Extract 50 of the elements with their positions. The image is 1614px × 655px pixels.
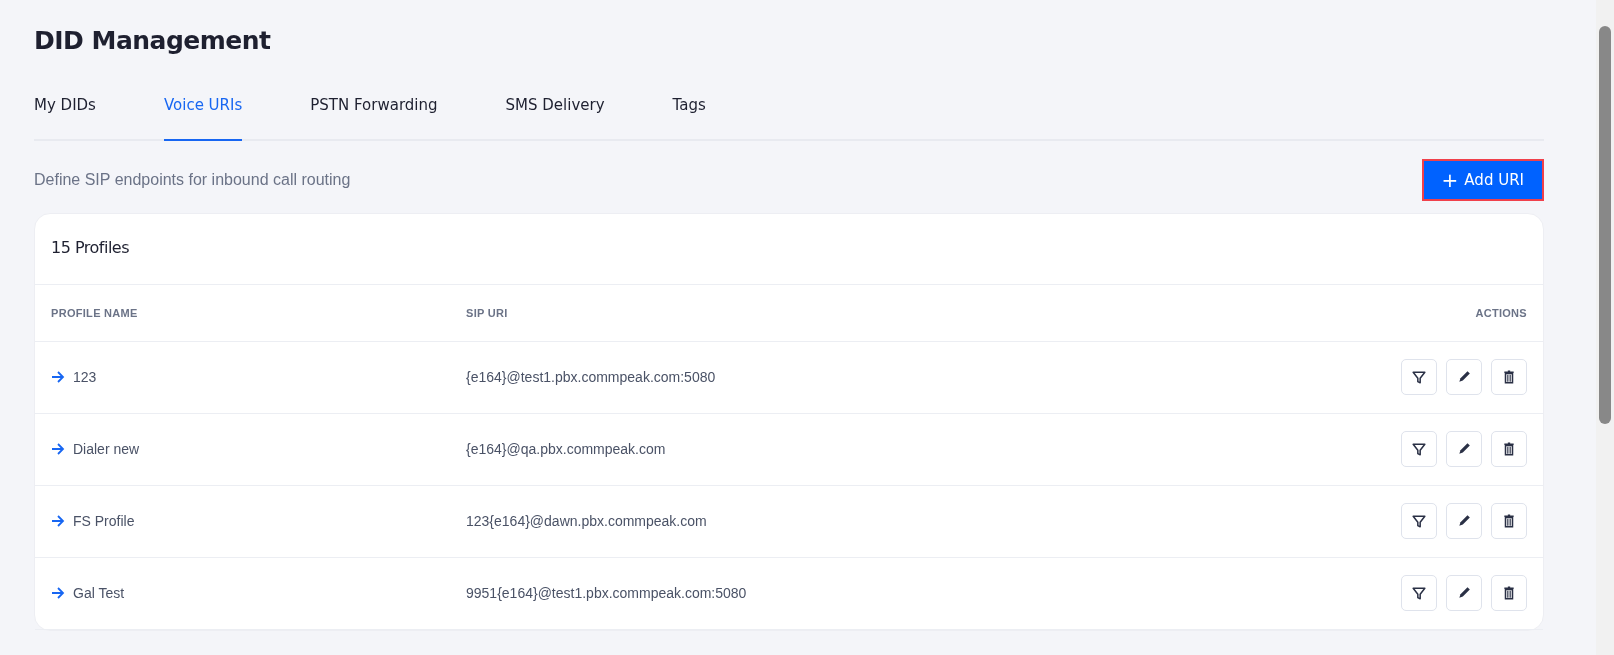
profile-name: FS Profile (73, 511, 135, 531)
profile-name: Dialer new (73, 439, 140, 459)
delete-button[interactable] (1491, 431, 1527, 467)
sip-uri: 9951{e164}@test1.pbx.commpeak.com:5080 (466, 583, 748, 603)
tab[interactable]: Voice URIs (163, 88, 243, 141)
column-header: SIP URI (466, 306, 509, 321)
arrow-icon (51, 443, 65, 455)
tab[interactable]: PSTN Forwarding (310, 88, 438, 141)
subtitle: Define SIP endpoints for inbound call routing (34, 169, 351, 190)
trash-icon (1502, 586, 1516, 600)
delete-button[interactable] (1491, 359, 1527, 395)
sip-uri: {e164}@qa.pbx.commpeak.com (466, 439, 667, 459)
filter-icon (1412, 586, 1426, 600)
arrow-icon (51, 371, 65, 383)
trash-icon (1502, 370, 1516, 384)
arrow-icon (51, 587, 65, 599)
filter-icon (1412, 370, 1426, 384)
column-header: ACTIONS (1475, 306, 1527, 321)
page-title: DID Management (34, 26, 272, 56)
tab[interactable]: SMS Delivery (505, 88, 605, 141)
tab[interactable]: Tags (672, 88, 706, 141)
edit-button[interactable] (1446, 431, 1482, 467)
filter-button[interactable] (1401, 359, 1437, 395)
column-header: PROFILE NAME (51, 306, 139, 321)
edit-button[interactable] (1446, 359, 1482, 395)
add-uri-button[interactable]: + Add URI (1421, 158, 1544, 201)
filter-icon (1412, 442, 1426, 456)
edit-button[interactable] (1446, 575, 1482, 611)
sip-uri: 123{e164}@dawn.pbx.commpeak.com (466, 511, 708, 531)
filter-button[interactable] (1401, 503, 1437, 539)
pencil-icon (1457, 514, 1471, 528)
delete-button[interactable] (1491, 575, 1527, 611)
trash-icon (1502, 514, 1516, 528)
pencil-icon (1457, 370, 1471, 384)
pencil-icon (1457, 442, 1471, 456)
profile-name: 123 (73, 367, 97, 387)
trash-icon (1502, 442, 1516, 456)
tab[interactable]: My DIDs (34, 88, 96, 141)
scrollbar-thumb[interactable] (1599, 26, 1611, 424)
arrow-icon (51, 515, 65, 527)
delete-button[interactable] (1491, 503, 1527, 539)
sip-uri: {e164}@test1.pbx.commpeak.com:5080 (466, 367, 717, 387)
profile-name: Gal Test (73, 583, 125, 603)
pencil-icon (1457, 586, 1471, 600)
filter-icon (1412, 514, 1426, 528)
filter-button[interactable] (1401, 575, 1437, 611)
edit-button[interactable] (1446, 503, 1482, 539)
scrollbar[interactable] (1596, 0, 1614, 655)
profile-count: 15 Profiles (35, 214, 1543, 285)
filter-button[interactable] (1401, 431, 1437, 467)
